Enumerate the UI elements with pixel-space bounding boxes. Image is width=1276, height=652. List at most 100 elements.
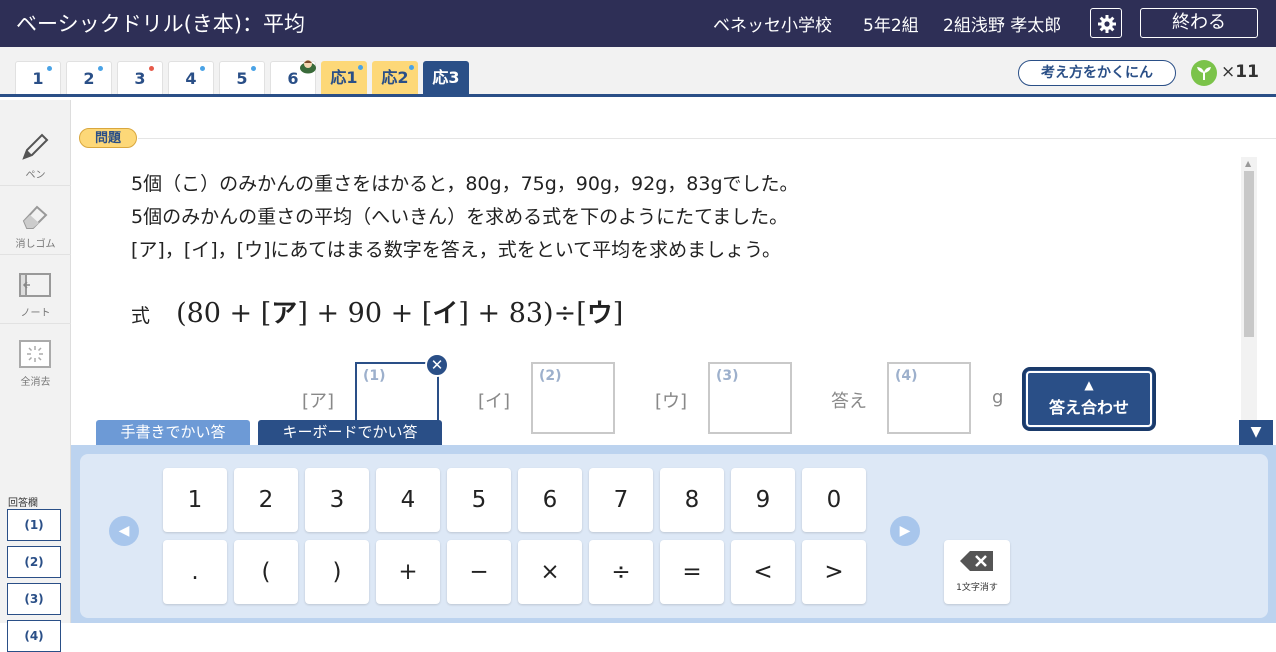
eraser-label: 消しゴム	[15, 239, 56, 250]
formula-part-3: + 83)÷	[468, 298, 577, 329]
tab-keyboard[interactable]: キーボードでかい答	[258, 420, 442, 445]
status-dot	[409, 65, 414, 70]
answer-label-u: [ウ]	[655, 391, 688, 412]
answer-box-3[interactable]: (3)	[708, 362, 792, 434]
tab-applied-2[interactable]: 応2	[372, 61, 418, 94]
tab-handwriting[interactable]: 手書きでかい答	[96, 420, 250, 445]
blank-a: ア	[271, 299, 298, 329]
status-dot	[47, 66, 52, 71]
up-triangle-icon: ▲	[1084, 378, 1094, 392]
answer-label-i: [イ]	[478, 391, 511, 412]
status-dot	[200, 66, 205, 71]
status-dot	[149, 66, 154, 71]
formula-part-2: + 90 +	[307, 298, 422, 329]
clear-answer-button[interactable]: ✕	[425, 353, 449, 377]
key-3[interactable]: 3	[305, 468, 369, 532]
key-open-paren[interactable]: (	[234, 540, 298, 604]
key-0[interactable]: 0	[802, 468, 866, 532]
tab-applied-1[interactable]: 応1	[321, 61, 367, 94]
unit-label: g	[992, 387, 1004, 408]
scroll-thumb[interactable]	[1244, 171, 1254, 337]
problem-badge: 問題	[79, 128, 137, 148]
answer-box-2[interactable]: (2)	[531, 362, 615, 434]
formula-label: 式	[131, 305, 151, 327]
pen-tool[interactable]: ペン	[0, 118, 71, 186]
check-approach-button[interactable]: 考え方をかくにん	[1018, 60, 1176, 86]
question-line-1: 5個（こ）のみかんの重さをはかると，80g，75g，90g，92g，83gでした…	[131, 173, 799, 195]
note-tool[interactable]: ノート	[0, 256, 71, 324]
gear-icon	[1098, 15, 1116, 33]
key-6[interactable]: 6	[518, 468, 582, 532]
key-5[interactable]: 5	[447, 468, 511, 532]
answer-label-final: 答え	[831, 391, 867, 412]
header-bar: ベーシックドリル(き本)：平均 ベネッセ小学校 5年2組 2組浅野 孝太郎 終わ…	[0, 0, 1276, 47]
eraser-tool[interactable]: 消しゴム	[0, 187, 71, 255]
vertical-scrollbar[interactable]: ▲	[1241, 157, 1257, 445]
blank-i: イ	[432, 299, 459, 329]
status-dot	[358, 65, 363, 70]
formula: 式 (80 + [ア] + 90 + [イ] + 83)÷[ウ]	[131, 298, 624, 329]
keypad-prev-button[interactable]: ◀	[109, 516, 139, 546]
check-answers-button[interactable]: ▲ 答え合わせ	[1022, 367, 1156, 431]
status-dot	[98, 66, 103, 71]
divider	[138, 138, 1276, 139]
key-less-than[interactable]: <	[731, 540, 795, 604]
note-icon	[19, 273, 51, 297]
backspace-key[interactable]: 1文字消す	[944, 540, 1010, 604]
key-9[interactable]: 9	[731, 468, 795, 532]
settings-button[interactable]	[1090, 8, 1122, 38]
question-line-3: [ア]，[イ]，[ウ]にあてはまる数字を答え，式をといて平均を求めましょう。	[131, 239, 782, 261]
check-answers-label: 答え合わせ	[1048, 398, 1129, 417]
character-icon	[300, 60, 316, 74]
key-4[interactable]: 4	[376, 468, 440, 532]
key-2[interactable]: 2	[234, 468, 298, 532]
key-greater-than[interactable]: >	[802, 540, 866, 604]
tab-4[interactable]: 4	[168, 61, 214, 94]
page-title: ベーシックドリル(き本)：平均	[16, 12, 305, 36]
backspace-label: 1文字消す	[956, 583, 998, 593]
class-name: 5年2組	[863, 16, 919, 36]
answer-label-a: [ア]	[302, 391, 335, 412]
answer-column-label: 回答欄	[8, 498, 38, 509]
formula-part-1: (80 +	[176, 298, 261, 329]
eraser-icon	[22, 205, 48, 229]
scroll-up-arrow-icon[interactable]: ▲	[1245, 159, 1251, 168]
clear-all-tool[interactable]: 全消去	[0, 325, 71, 393]
tab-applied-3[interactable]: 応3	[423, 61, 469, 94]
answer-box-4[interactable]: (4)	[887, 362, 971, 434]
tab-3[interactable]: 3	[117, 61, 163, 94]
key-multiply[interactable]: ×	[518, 540, 582, 604]
student-name: 2組浅野 孝太郎	[943, 16, 1062, 36]
scroll-down-button[interactable]: ▼	[1239, 420, 1273, 445]
answer-slot-2[interactable]: (2)	[7, 546, 61, 578]
answer-slot-4[interactable]: (4)	[7, 620, 61, 652]
tab-1[interactable]: 1	[15, 61, 61, 94]
key-1[interactable]: 1	[163, 468, 227, 532]
tool-sidebar: ペン 消しゴム ノート 全消去 回答欄 (1) (2) (3) (4)	[0, 100, 71, 652]
tab-5[interactable]: 5	[219, 61, 265, 94]
end-button[interactable]: 終わる	[1140, 8, 1258, 38]
answer-slot-3[interactable]: (3)	[7, 583, 61, 615]
tab-2[interactable]: 2	[66, 61, 112, 94]
backspace-icon	[960, 551, 993, 571]
key-dot[interactable]: .	[163, 540, 227, 604]
key-8[interactable]: 8	[660, 468, 724, 532]
sprout-icon	[1191, 60, 1217, 86]
key-equals[interactable]: =	[660, 540, 724, 604]
pen-icon	[22, 133, 49, 160]
pen-label: ペン	[25, 170, 46, 181]
key-plus[interactable]: +	[376, 540, 440, 604]
clear-all-icon	[19, 340, 51, 368]
answer-slot-1[interactable]: (1)	[7, 509, 61, 541]
question-line-2: 5個のみかんの重さの平均（へいきん）を求める式を下のようにたてました。	[131, 206, 789, 228]
key-divide[interactable]: ÷	[589, 540, 653, 604]
key-7[interactable]: 7	[589, 468, 653, 532]
key-minus[interactable]: −	[447, 540, 511, 604]
blank-u: ウ	[586, 299, 613, 329]
sprout-count: ×11	[1221, 62, 1259, 82]
clear-all-label: 全消去	[20, 377, 51, 388]
status-dot	[251, 66, 256, 71]
note-label: ノート	[20, 308, 51, 319]
keypad-next-button[interactable]: ▶	[890, 516, 920, 546]
key-close-paren[interactable]: )	[305, 540, 369, 604]
